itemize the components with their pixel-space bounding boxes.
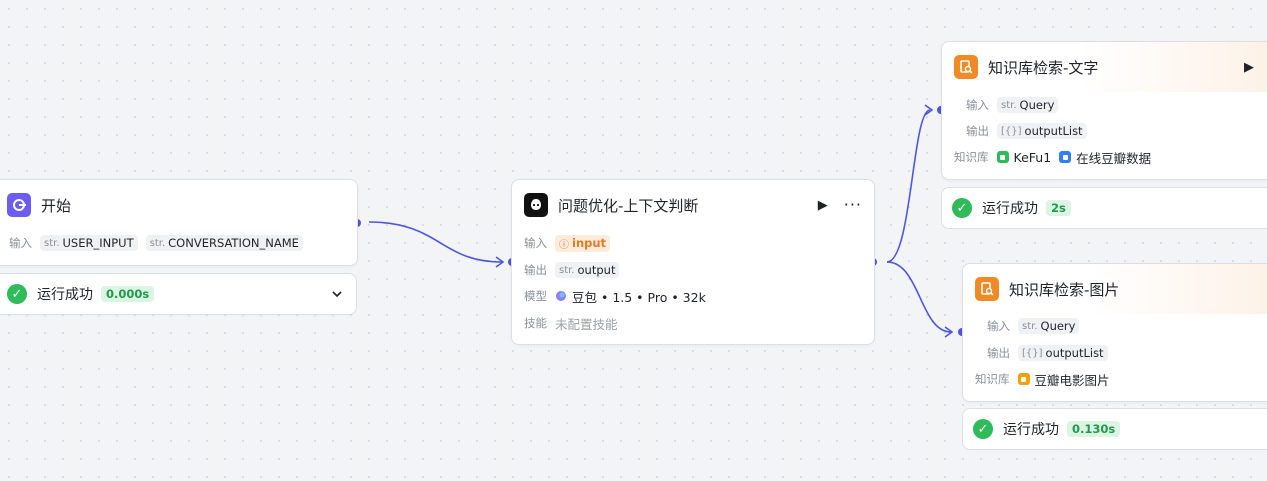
run-time-badge: 0.000s xyxy=(101,286,155,302)
edge-llm-to-kb-text[interactable] xyxy=(886,109,931,263)
output-var-chip: [{}] outputList xyxy=(997,123,1087,139)
check-circle-icon: ✓ xyxy=(973,419,993,439)
llm-node[interactable]: 问题优化-上下文判断 ▶ ··· 输入 ⓘ input 输出 str. output… xyxy=(511,179,875,345)
input-var-chip[interactable]: ⓘ input xyxy=(555,234,611,252)
knowledge-search-icon xyxy=(954,55,978,79)
knowledge-search-icon xyxy=(975,277,999,301)
kb-text-node[interactable]: 知识库检索-文字 ▶ 输入 str. Query 输出 [{}] outputLis… xyxy=(941,41,1267,180)
input-label: 输入 xyxy=(966,98,989,112)
doubao-model-icon xyxy=(556,291,566,301)
kb-label: 知识库 xyxy=(954,150,989,164)
check-circle-icon: ✓ xyxy=(7,284,27,304)
node-title: 知识库检索-文字 xyxy=(988,58,1099,77)
more-icon[interactable]: ··· xyxy=(844,197,862,213)
kb-label: 知识库 xyxy=(975,372,1010,386)
model-label: 模型 xyxy=(524,289,547,303)
edge-start-to-llm[interactable] xyxy=(368,221,503,263)
skill-value: 未配置技能 xyxy=(555,316,618,332)
input-label: 输入 xyxy=(524,236,547,250)
output-var-chip: [{}] outputList xyxy=(1018,345,1108,361)
input-var-chip: str. CONVERSATION_NAME xyxy=(145,235,303,251)
input-var-chip: str. Query xyxy=(997,97,1059,113)
input-var-chip: str. Query xyxy=(1018,318,1080,334)
node-title: 问题优化-上下文判断 xyxy=(558,196,699,215)
kb-blue-icon xyxy=(1059,151,1072,163)
output-var-chip: str. output xyxy=(555,262,620,278)
kb-item: KeFu1 xyxy=(996,150,1051,165)
kb-image-node[interactable]: 知识库检索-图片 输入 str. Query 输出 [{}] outputList … xyxy=(962,263,1267,402)
kb-yellow-icon xyxy=(1017,373,1030,385)
status-text: 运行成功 xyxy=(1003,422,1059,438)
output-label: 输出 xyxy=(966,124,989,138)
input-label: 输入 xyxy=(987,319,1010,333)
edge-llm-to-kb-image[interactable] xyxy=(886,261,952,333)
run-time-badge: 0.130s xyxy=(1067,421,1121,437)
play-icon[interactable]: ▶ xyxy=(818,199,828,212)
chevron-down-icon[interactable] xyxy=(330,286,344,305)
kb-image-run-status[interactable]: ✓ 运行成功 0.130s xyxy=(962,408,1267,450)
input-var-chip: str. USER_INPUT xyxy=(40,235,138,251)
skill-label: 技能 xyxy=(524,316,547,330)
node-title: 知识库检索-图片 xyxy=(1009,280,1120,299)
kb-green-icon xyxy=(996,151,1009,163)
status-text: 运行成功 xyxy=(37,287,93,303)
llm-node-icon xyxy=(524,193,548,217)
status-text: 运行成功 xyxy=(982,201,1038,217)
check-circle-icon: ✓ xyxy=(952,198,972,218)
play-icon[interactable]: ▶ xyxy=(1244,61,1254,74)
input-label: 输入 xyxy=(9,236,32,250)
output-label: 输出 xyxy=(524,263,547,277)
run-time-badge: 2s xyxy=(1046,200,1071,216)
model-name: 豆包 • 1.5 • Pro • 32k xyxy=(555,287,706,306)
node-title: 开始 xyxy=(41,196,72,215)
warning-icon: ⓘ xyxy=(559,239,569,251)
output-label: 输出 xyxy=(987,346,1010,360)
kb-item: 豆瓣电影图片 xyxy=(1017,370,1110,389)
start-node-icon xyxy=(7,193,31,217)
kb-item: 在线豆瓣数据 xyxy=(1059,148,1151,167)
start-run-status[interactable]: ✓ 运行成功 0.000s xyxy=(0,273,357,315)
kb-text-run-status[interactable]: ✓ 运行成功 2s xyxy=(941,187,1267,229)
start-node[interactable]: 开始 输入 str. USER_INPUT str. CONVERSATION_NA… xyxy=(0,179,358,266)
